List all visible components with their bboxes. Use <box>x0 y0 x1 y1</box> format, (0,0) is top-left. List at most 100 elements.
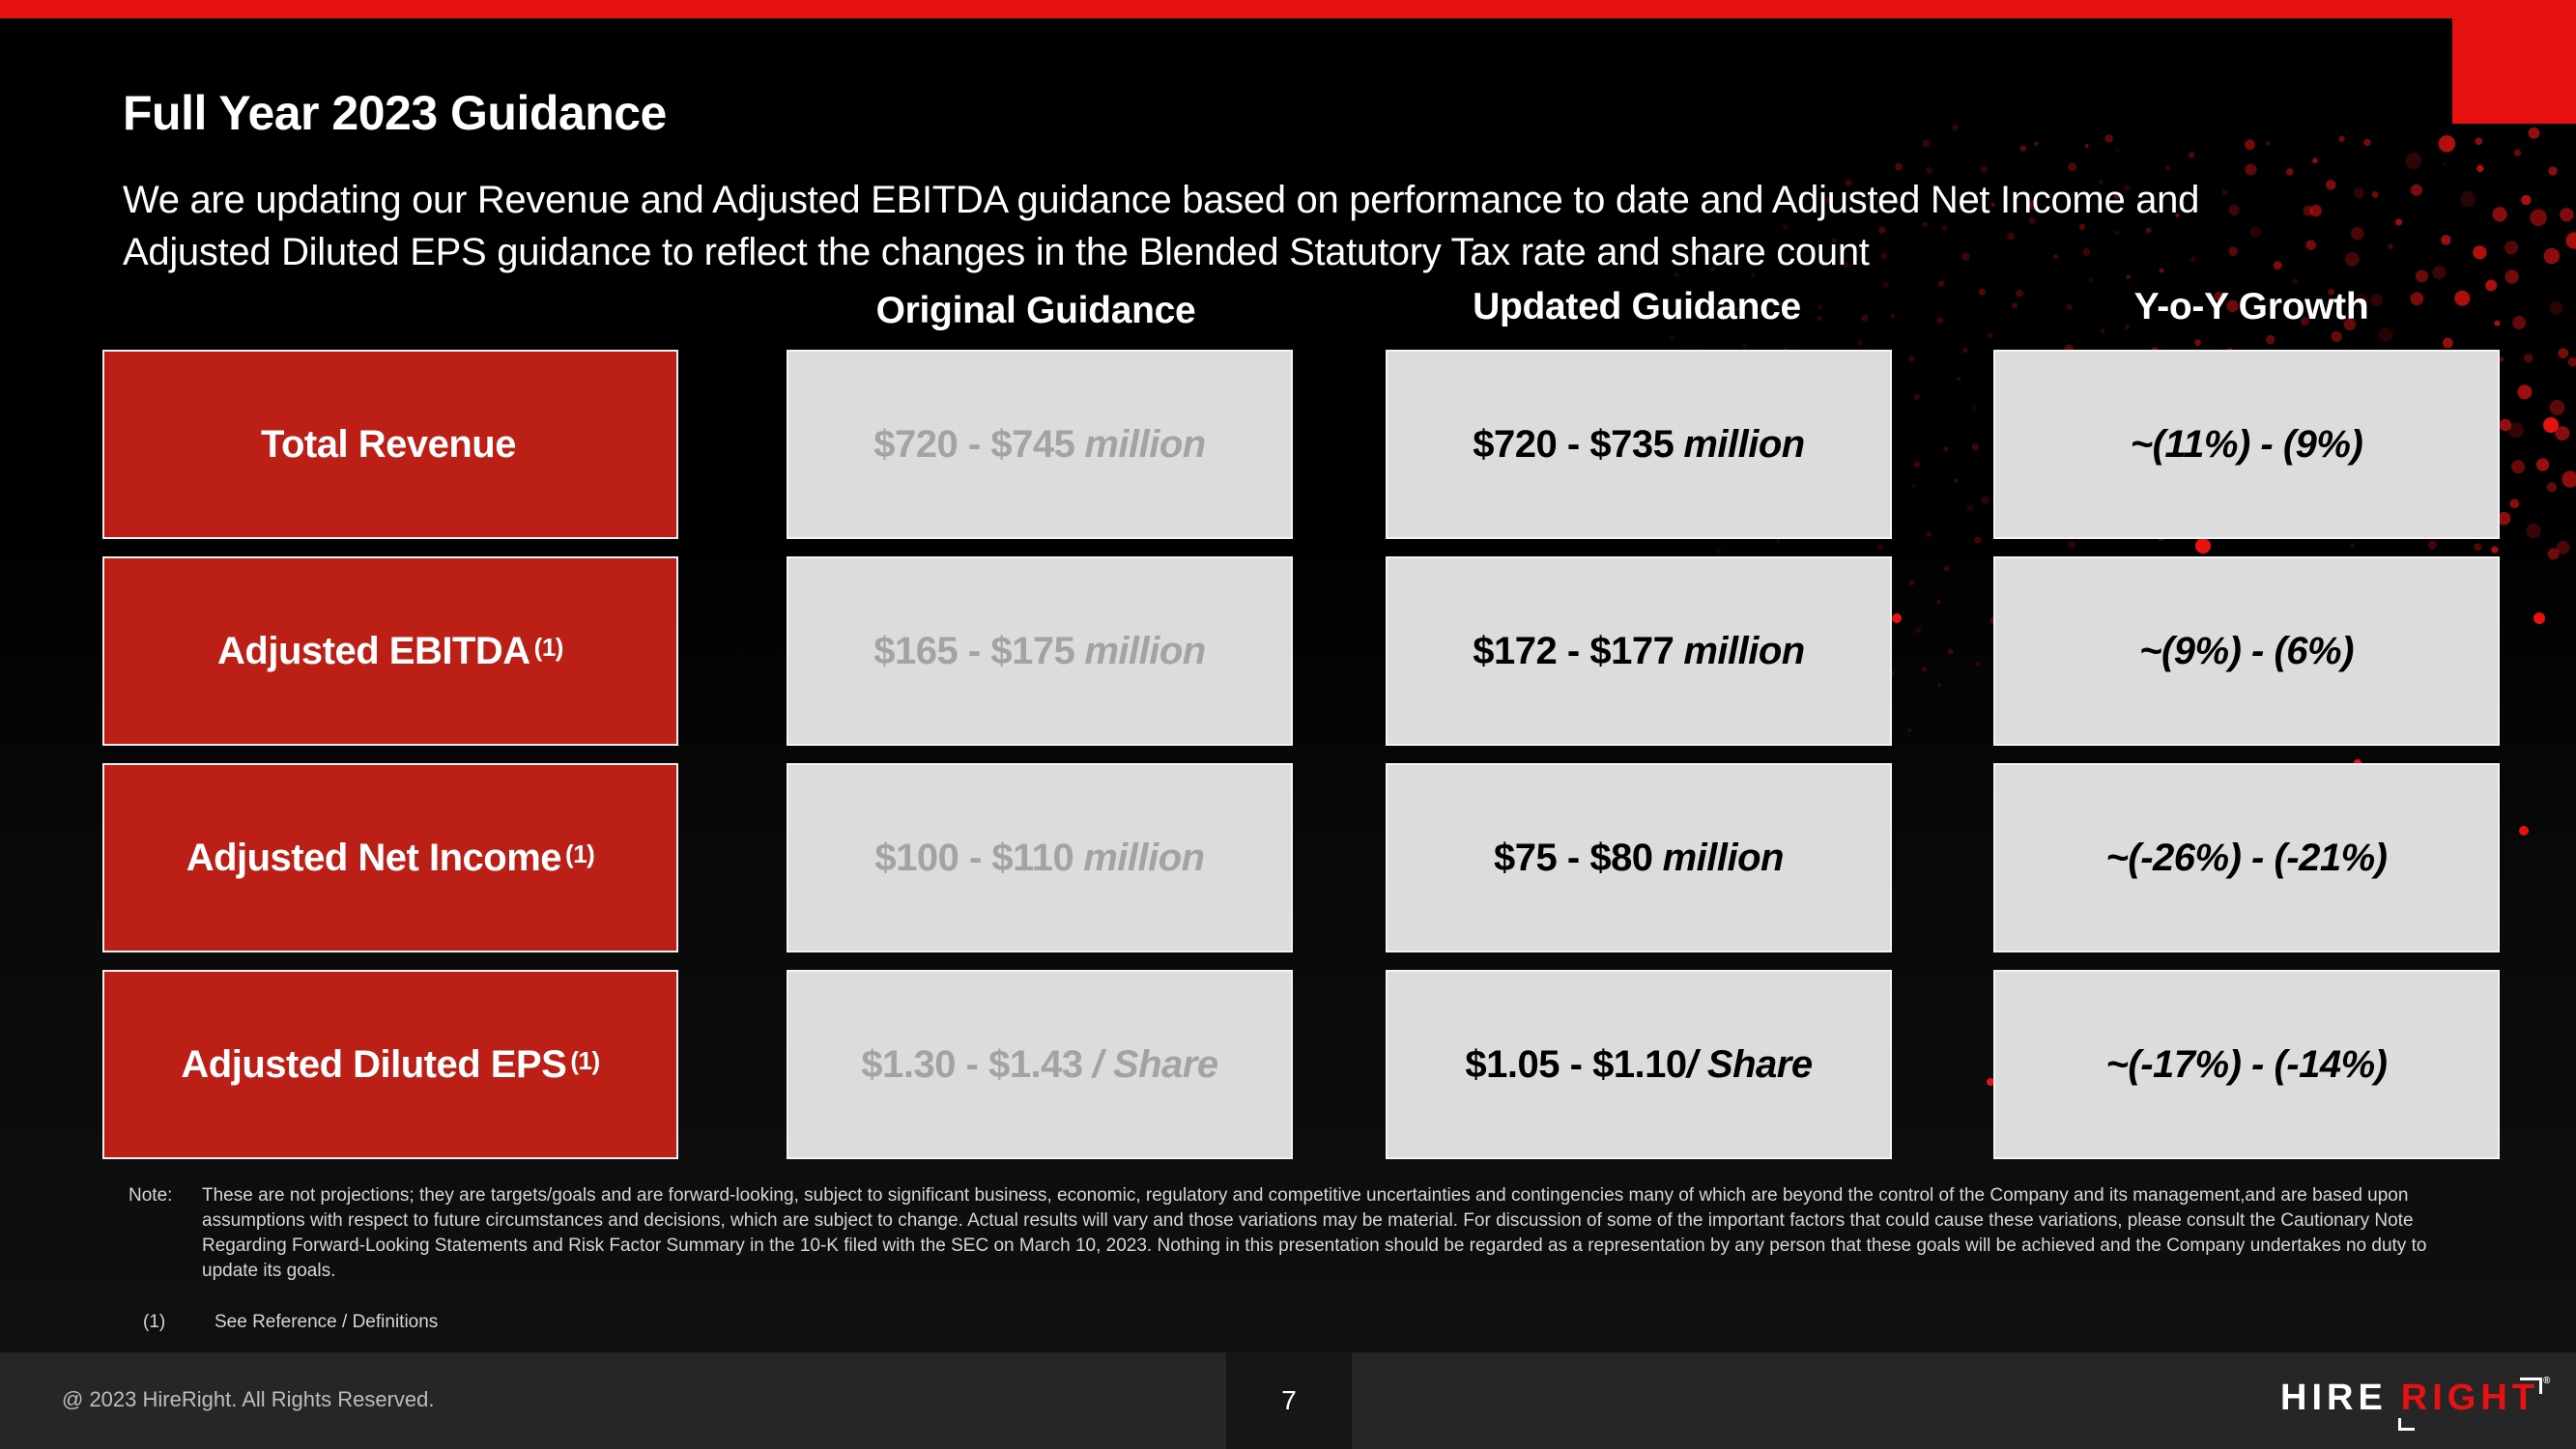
decorative-dot <box>1987 332 1993 339</box>
decorative-dot <box>2363 138 2371 147</box>
decorative-dot <box>2338 135 2345 142</box>
decorative-dot <box>1974 536 1982 544</box>
decorative-dot <box>2441 235 2451 245</box>
range-unit: / Share <box>1686 1042 1813 1086</box>
range-unit: / Share <box>1092 1042 1218 1086</box>
decorative-dot <box>1742 343 1748 349</box>
row-label-adjusted-diluted-eps: Adjusted Diluted EPS (1) <box>102 970 678 1159</box>
decorative-dot <box>2567 356 2576 367</box>
decorative-dot <box>1981 496 1990 504</box>
range-unit: million <box>1683 629 1805 672</box>
note-text: These are not projections; they are targ… <box>202 1185 2427 1281</box>
decorative-dot <box>2189 152 2195 158</box>
decorative-dot <box>2371 191 2379 198</box>
decorative-dot <box>1908 355 1915 362</box>
decorative-dot <box>2104 134 2113 143</box>
row-label-total-revenue: Total Revenue <box>102 350 678 539</box>
decorative-dot <box>1921 667 1928 672</box>
decorative-dot <box>2416 270 2428 283</box>
decorative-dot <box>2507 422 2524 439</box>
decorative-dot <box>1943 446 1949 452</box>
decorative-dot <box>2475 137 2483 146</box>
decorative-dot <box>2556 540 2570 554</box>
decorative-dot <box>2562 470 2576 488</box>
decorative-dot <box>1971 443 1979 451</box>
range-value: $1.05 - $1.10 <box>1465 1042 1687 1086</box>
decorative-dot <box>2491 546 2499 554</box>
decorative-dot <box>1913 461 1921 469</box>
decorative-dot <box>2265 141 2271 146</box>
decorative-dot <box>2245 139 2255 151</box>
page-number-text: 7 <box>1281 1385 1297 1415</box>
logo-bracket-icon <box>2398 1418 2415 1431</box>
logo-bracket-icon <box>2520 1378 2542 1394</box>
decorative-dot <box>2512 316 2527 329</box>
decorative-dot <box>1890 313 1896 319</box>
decorative-dot <box>2517 384 2533 400</box>
decorative-dot <box>2543 247 2561 265</box>
footnote-reference: (1) See Reference / Definitions <box>143 1312 438 1333</box>
range-value: $720 - $735 <box>1473 422 1674 466</box>
copyright-text: @ 2023 HireRight. All Rights Reserved. <box>62 1387 435 1411</box>
decorative-dot <box>2511 460 2526 474</box>
decorative-dot <box>1908 580 1915 586</box>
decorative-dot <box>2115 148 2120 153</box>
decorative-dot <box>2555 426 2570 441</box>
corner-accent-block <box>2452 0 2576 124</box>
row-label-adjusted-ebitda: Adjusted EBITDA (1) <box>102 556 678 746</box>
decorative-dot <box>1926 530 1932 537</box>
decorative-dot <box>2034 141 2039 146</box>
decorative-dot <box>1966 504 1974 512</box>
decorative-dot <box>2394 218 2403 226</box>
decorative-dot <box>2350 543 2355 548</box>
row-label-text: Adjusted EBITDA <box>217 629 530 672</box>
decorative-dot <box>1907 728 1912 733</box>
decorative-dot <box>2565 232 2576 249</box>
decorative-dot <box>2558 348 2569 359</box>
decorative-dot <box>2292 278 2299 285</box>
range-value: $75 - $80 <box>1494 836 1653 879</box>
decorative-dot <box>2266 334 2275 345</box>
original-guidance-total-revenue: $720 - $745 million <box>787 350 1293 539</box>
registered-mark: ® <box>2543 1376 2551 1386</box>
decorative-dot <box>1670 335 1674 340</box>
decorative-dot <box>2492 207 2507 222</box>
decorative-dot <box>2530 209 2547 227</box>
decorative-dot <box>2432 266 2447 280</box>
updated-guidance-total-revenue: $720 - $735 million <box>1386 350 1892 539</box>
decorative-dot <box>2442 337 2453 349</box>
decorative-dot <box>2524 354 2533 363</box>
yoy-growth-adjusted-net-income: ~(-26%) - (-21%) <box>1993 763 2500 952</box>
footnote-marker: (1) <box>565 838 595 868</box>
logo-text-right: RIGHT <box>2400 1378 2540 1418</box>
original-guidance-adjusted-diluted-eps: $1.30 - $1.43 / Share <box>787 970 1293 1159</box>
decorative-dot <box>1943 565 1950 572</box>
decorative-dot <box>2519 826 2529 836</box>
decorative-dot <box>1972 405 1978 410</box>
decorative-dot <box>2194 339 2202 346</box>
updated-guidance-adjusted-diluted-eps: $1.05 - $1.10/ Share <box>1386 970 1892 1159</box>
decorative-dot <box>2509 498 2520 509</box>
top-accent-bar <box>0 0 2576 18</box>
range-unit: million <box>1083 836 1205 879</box>
decorative-dot <box>2528 127 2540 139</box>
decorative-dot <box>2067 540 2076 550</box>
decorative-dot <box>1892 613 1902 623</box>
yoy-growth-adjusted-diluted-eps: ~(-17%) - (-14%) <box>1993 970 2500 1159</box>
decorative-dot <box>2331 330 2342 343</box>
original-guidance-adjusted-net-income: $100 - $110 million <box>787 763 1293 952</box>
logo-text-hire: HIRE <box>2280 1378 2388 1418</box>
page-subtitle: We are updating our Revenue and Adjusted… <box>123 179 2200 273</box>
decorative-dot <box>2549 400 2565 415</box>
decorative-dot <box>2535 458 2550 471</box>
decorative-dot <box>2443 162 2447 167</box>
range-value: $165 - $175 <box>873 629 1075 672</box>
decorative-dot <box>2438 135 2456 153</box>
footnote-marker: (1) <box>570 1045 600 1075</box>
note-label: Note: <box>129 1185 173 1206</box>
decorative-dot <box>2068 162 2077 172</box>
decorative-dot <box>2476 164 2484 173</box>
disclaimer-note: Note: These are not projections; they ar… <box>129 1183 2486 1284</box>
column-header-original: Original Guidance <box>875 290 1196 331</box>
slide: Full Year 2023 Guidance We are updating … <box>0 0 2576 1449</box>
